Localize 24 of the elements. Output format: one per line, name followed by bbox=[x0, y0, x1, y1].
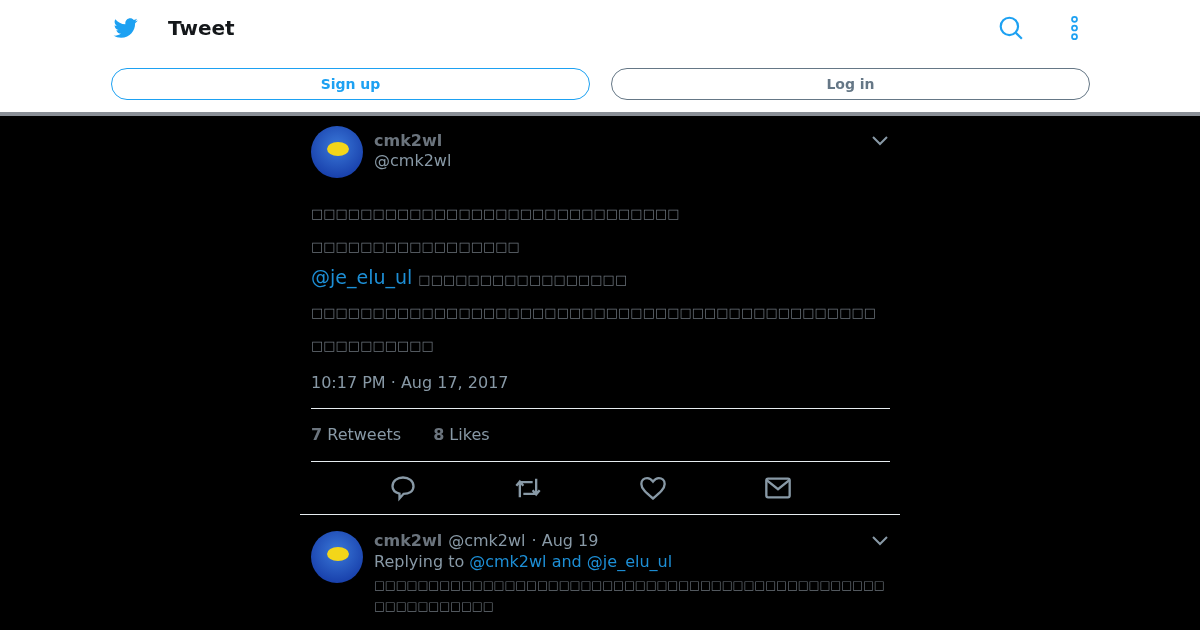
reply-date[interactable]: · Aug 19 bbox=[531, 531, 599, 550]
log-in-button[interactable]: Log in bbox=[611, 68, 1090, 100]
chevron-down-icon[interactable] bbox=[872, 136, 888, 146]
more-options-icon[interactable] bbox=[1070, 15, 1079, 41]
display-name[interactable]: cmk2wl bbox=[374, 131, 452, 150]
avatar-image[interactable] bbox=[311, 531, 363, 583]
reply-text: □□□□□□□□□□□□□□□□□□□□□□□□□□□□□□□□□□□□□□□□□□□□□□□□□□□□□□□□□□ bbox=[374, 577, 886, 615]
replying-to-link[interactable]: @cmk2wl and @je_elu_ul bbox=[469, 552, 673, 571]
reply-icon[interactable] bbox=[389, 474, 418, 502]
tweet-text: □□□□□□□□□□□□□□□□□□□□□□□□□□□□□□ □□□□□□□□□□□□□□□□□ @je_elu_ul □□□□□□□□□□□□□□□□□ □□□□□□□□□□□□□□□□□□□□□□□□□□□□□□□□□□□□□□□□□□□□□□ □□□□□□□□□□ bbox=[311, 205, 877, 355]
mention-link[interactable]: @je_elu_ul bbox=[311, 266, 413, 288]
avatar-image[interactable] bbox=[311, 126, 363, 178]
heart-icon[interactable] bbox=[638, 474, 667, 502]
stat-link[interactable]: 8 Likes bbox=[433, 425, 490, 445]
tweet-timestamp[interactable]: 10:17 PM · Aug 17, 2017 bbox=[311, 373, 890, 409]
user-handle[interactable]: @cmk2wl bbox=[448, 531, 526, 550]
search-icon[interactable] bbox=[998, 15, 1024, 41]
stat-link[interactable]: 7 Retweets bbox=[311, 425, 402, 445]
replying-to-label: Replying to bbox=[374, 552, 465, 571]
display-name[interactable]: cmk2wl bbox=[374, 531, 443, 550]
chevron-down-icon[interactable] bbox=[872, 535, 888, 546]
bird-logo-icon[interactable] bbox=[112, 16, 140, 40]
user-handle[interactable]: @cmk2wl bbox=[374, 151, 452, 170]
page-title: Tweet bbox=[168, 16, 236, 40]
